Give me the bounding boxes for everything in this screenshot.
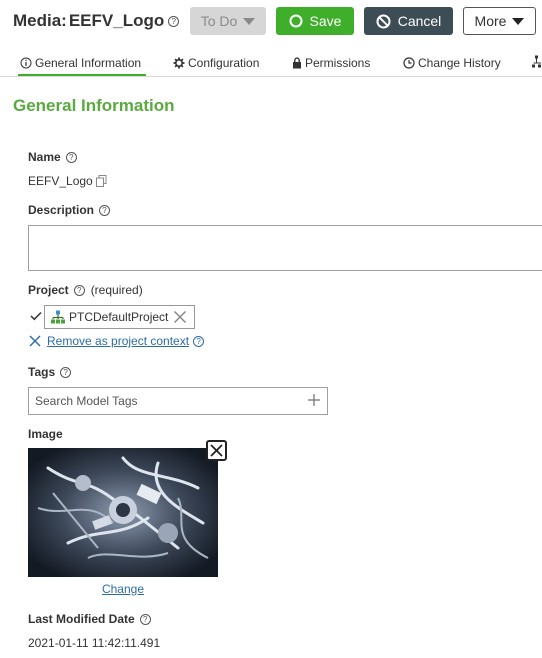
chevron-down-icon (512, 17, 525, 25)
tab-overflow-icon[interactable] (532, 55, 542, 72)
close-icon (210, 444, 223, 457)
help-icon[interactable]: ? (73, 284, 85, 296)
help-icon[interactable]: ? (193, 335, 205, 347)
lock-icon (293, 57, 301, 69)
last-modified-label-text: Last Modified Date (28, 612, 135, 626)
project-label: Project ? (required) (28, 283, 143, 297)
more-button[interactable]: More (463, 7, 536, 35)
save-button[interactable]: Save (276, 7, 354, 35)
change-image-link[interactable]: Change (102, 582, 144, 596)
tab-label: Permissions (305, 56, 371, 70)
help-icon[interactable]: ? (65, 151, 77, 163)
tab-label: Configuration (188, 56, 260, 70)
plus-icon[interactable] (307, 393, 321, 407)
tab-permissions[interactable]: Permissions (292, 52, 370, 74)
cancel-button-label: Cancel (397, 13, 442, 29)
image-label: Image (28, 427, 63, 441)
remove-project-context-link[interactable]: Remove as project context ? (29, 334, 205, 348)
section-title: General Information (13, 96, 175, 115)
project-chip[interactable]: PTCDefaultProject (44, 305, 195, 329)
cancel-icon (376, 14, 391, 28)
more-button-label: More (474, 13, 507, 29)
tab-label: Change History (418, 56, 501, 70)
tags-label: Tags ? (28, 365, 72, 379)
page-title: Media: EEFV_Logo ? (13, 11, 180, 31)
last-modified-label: Last Modified Date ? (28, 612, 151, 626)
hierarchy-icon (532, 55, 541, 68)
close-icon (29, 335, 41, 347)
save-button-label: Save (309, 13, 342, 29)
media-image (28, 448, 218, 577)
change-image-container: Change (28, 582, 218, 596)
name-value-text: EEFV_Logo (28, 174, 93, 188)
help-icon[interactable]: ? (60, 366, 72, 378)
name-value: EEFV_Logo (28, 174, 107, 188)
description-field[interactable] (28, 225, 542, 271)
checkmark-icon (30, 311, 42, 321)
circle-icon (289, 14, 303, 28)
required-note: (required) (90, 283, 143, 297)
copy-icon[interactable] (95, 175, 107, 187)
info-icon (20, 57, 32, 69)
todo-button[interactable]: To Do (190, 7, 266, 35)
tags-label-text: Tags (28, 365, 56, 379)
remove-project-link-text[interactable]: Remove as project context (47, 334, 189, 348)
todo-button-label: To Do (200, 13, 238, 29)
tab-change-history[interactable]: Change History (403, 52, 501, 74)
description-label-text: Description (28, 203, 95, 217)
tab-general-information[interactable]: General Information (20, 52, 141, 74)
gear-icon (173, 57, 185, 69)
name-label-text: Name (28, 150, 61, 164)
project-label-text: Project (28, 283, 69, 297)
help-icon[interactable]: ? (99, 204, 111, 216)
help-icon[interactable]: ? (168, 15, 180, 27)
tab-configuration[interactable]: Configuration (173, 52, 259, 74)
clock-icon (403, 57, 415, 69)
last-modified-value: 2021-01-11 11:42:11.491 (28, 636, 161, 650)
title-prefix: Media: (13, 11, 67, 30)
close-icon[interactable] (173, 310, 187, 324)
chevron-down-icon (243, 17, 256, 25)
project-chip-label: PTCDefaultProject (69, 310, 169, 324)
name-label: Name ? (28, 150, 77, 164)
remove-image-button[interactable] (206, 440, 227, 461)
title-name: EEFV_Logo (68, 11, 165, 30)
tab-label: General Information (35, 56, 142, 70)
hierarchy-icon (51, 310, 65, 324)
help-icon[interactable]: ? (139, 613, 151, 625)
tags-search-input[interactable] (28, 387, 328, 415)
tabs-divider (0, 76, 542, 77)
description-label: Description ? (28, 203, 111, 217)
cancel-button[interactable]: Cancel (364, 7, 453, 35)
